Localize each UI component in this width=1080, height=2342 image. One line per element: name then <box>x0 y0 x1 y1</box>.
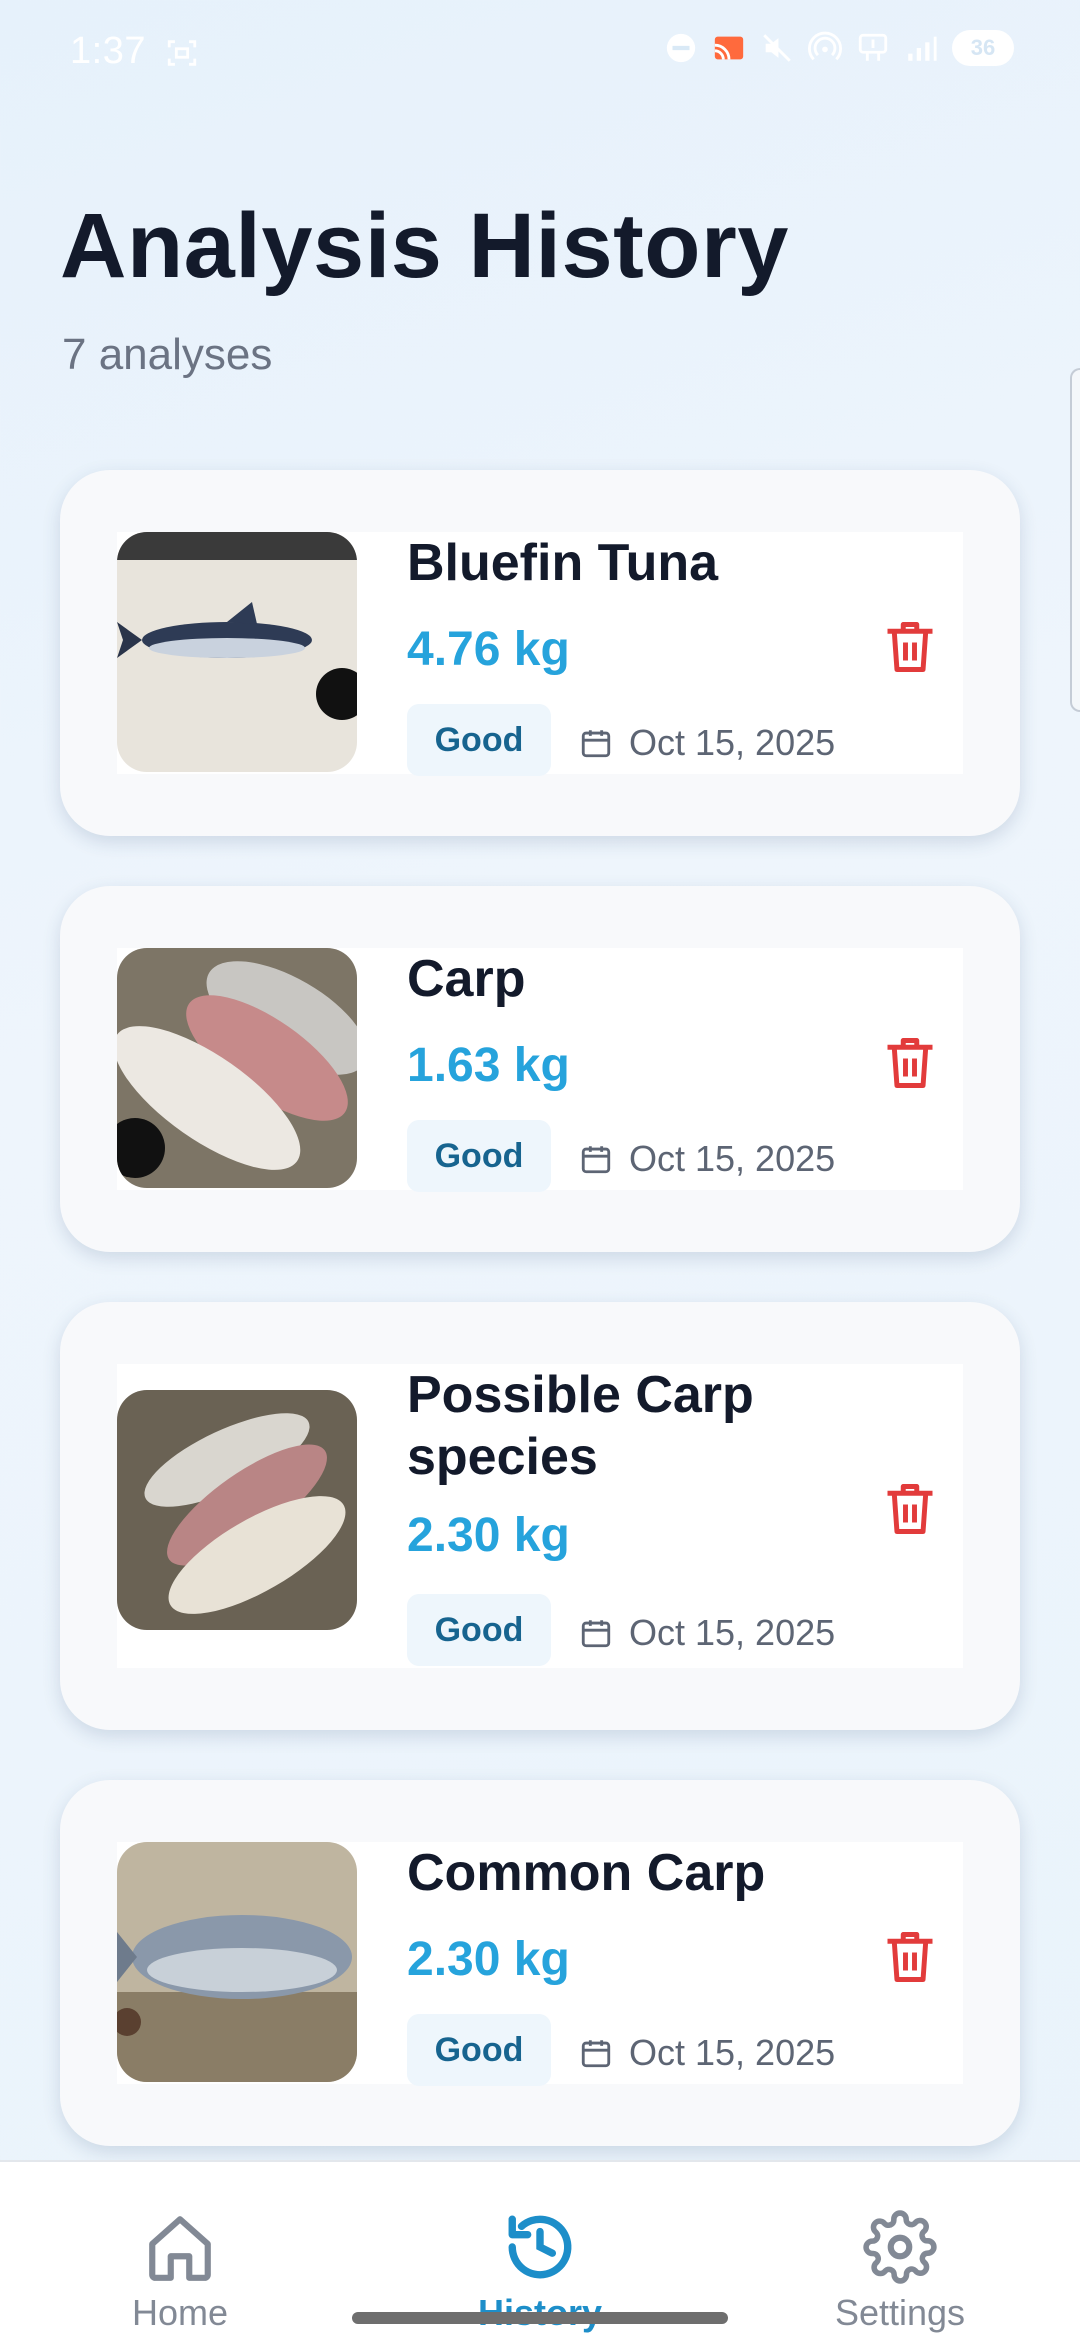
card-content: Common Carp 2.30 kg Good Oct 15, 2025 <box>117 1842 963 2086</box>
analysis-card[interactable]: Carp 1.63 kg Good Oct 15, 2025 <box>60 886 1020 1252</box>
analysis-count: 7 analyses <box>62 330 273 379</box>
mute-icon <box>763 34 791 62</box>
focus-icon <box>167 40 197 66</box>
delete-button[interactable] <box>877 1924 943 1990</box>
cast-icon <box>714 36 744 60</box>
calendar-icon <box>581 730 611 758</box>
nav-settings[interactable]: Settings <box>780 2210 1020 2334</box>
card-content: Bluefin Tuna 4.76 kg Good Oct 15, 2025 <box>117 532 963 776</box>
analysis-date: Oct 15, 2025 <box>579 1138 835 1180</box>
dnd-icon <box>666 33 696 63</box>
trash-icon <box>887 622 933 672</box>
analysis-card[interactable]: Possible Carp species 2.30 kg Good Oct 1… <box>60 1302 1020 1730</box>
card-content: Possible Carp species 2.30 kg Good Oct 1… <box>117 1364 963 1668</box>
quality-badge: Good <box>407 1120 551 1192</box>
trash-icon <box>887 1484 933 1534</box>
date-text: Oct 15, 2025 <box>629 2032 836 2073</box>
fish-name: Common Carp <box>407 1844 766 1902</box>
analysis-card[interactable]: Bluefin Tuna 4.76 kg Good Oct 15, 2025 <box>60 470 1020 836</box>
nav-label: Home <box>131 2292 229 2333</box>
quality-badge: Good <box>407 1594 551 1666</box>
analysis-card[interactable]: Common Carp 2.30 kg Good Oct 15, 2025 <box>60 1780 1020 2146</box>
calendar-icon <box>581 2040 611 2068</box>
delete-button[interactable] <box>877 614 943 680</box>
fish-name: Carp <box>407 950 526 1008</box>
gesture-bar[interactable] <box>352 2312 728 2324</box>
analysis-date: Oct 15, 2025 <box>579 1612 835 1654</box>
date-text: Oct 15, 2025 <box>629 1138 836 1179</box>
date-text: Oct 15, 2025 <box>629 722 836 763</box>
fish-weight: 2.30 kg <box>407 1509 570 1562</box>
home-icon <box>149 2216 211 2281</box>
battery-indicator: 36 <box>952 30 1014 66</box>
edge-panel-handle[interactable] <box>1070 368 1080 712</box>
fish-weight: 1.63 kg <box>407 1039 570 1092</box>
status-bar: 1:37 36 <box>0 0 1080 104</box>
fish-photo <box>117 948 357 1188</box>
hotspot-icon <box>808 31 842 61</box>
card-content: Carp 1.63 kg Good Oct 15, 2025 <box>117 948 963 1192</box>
status-time: 1:37 <box>70 30 146 72</box>
fish-photo <box>117 1842 357 2082</box>
nav-label: Settings <box>834 2292 966 2333</box>
history-icon <box>508 2215 572 2279</box>
fish-name: Possible Carp species <box>407 1366 754 1486</box>
date-text: Oct 15, 2025 <box>629 1612 836 1653</box>
trash-icon <box>887 1038 933 1088</box>
calendar-icon <box>581 1620 611 1648</box>
fish-name: Bluefin Tuna <box>407 534 719 592</box>
analysis-date: Oct 15, 2025 <box>579 2032 835 2074</box>
nav-home[interactable]: Home <box>60 2210 300 2334</box>
fish-weight: 2.30 kg <box>407 1933 570 1986</box>
quality-badge: Good <box>407 2014 551 2086</box>
quality-badge: Good <box>407 704 551 776</box>
status-icons: 36 <box>664 30 1014 66</box>
calendar-icon <box>581 1146 611 1174</box>
signal-icon <box>908 36 937 61</box>
analysis-date: Oct 15, 2025 <box>579 722 835 764</box>
data-icon <box>858 33 888 61</box>
fish-weight: 4.76 kg <box>407 623 570 676</box>
page-title: Analysis History <box>60 195 789 297</box>
trash-icon <box>887 1932 933 1982</box>
fish-photo <box>117 532 357 772</box>
fish-photo <box>117 1390 357 1630</box>
delete-button[interactable] <box>877 1476 943 1542</box>
delete-button[interactable] <box>877 1030 943 1096</box>
gear-icon <box>863 2210 937 2284</box>
